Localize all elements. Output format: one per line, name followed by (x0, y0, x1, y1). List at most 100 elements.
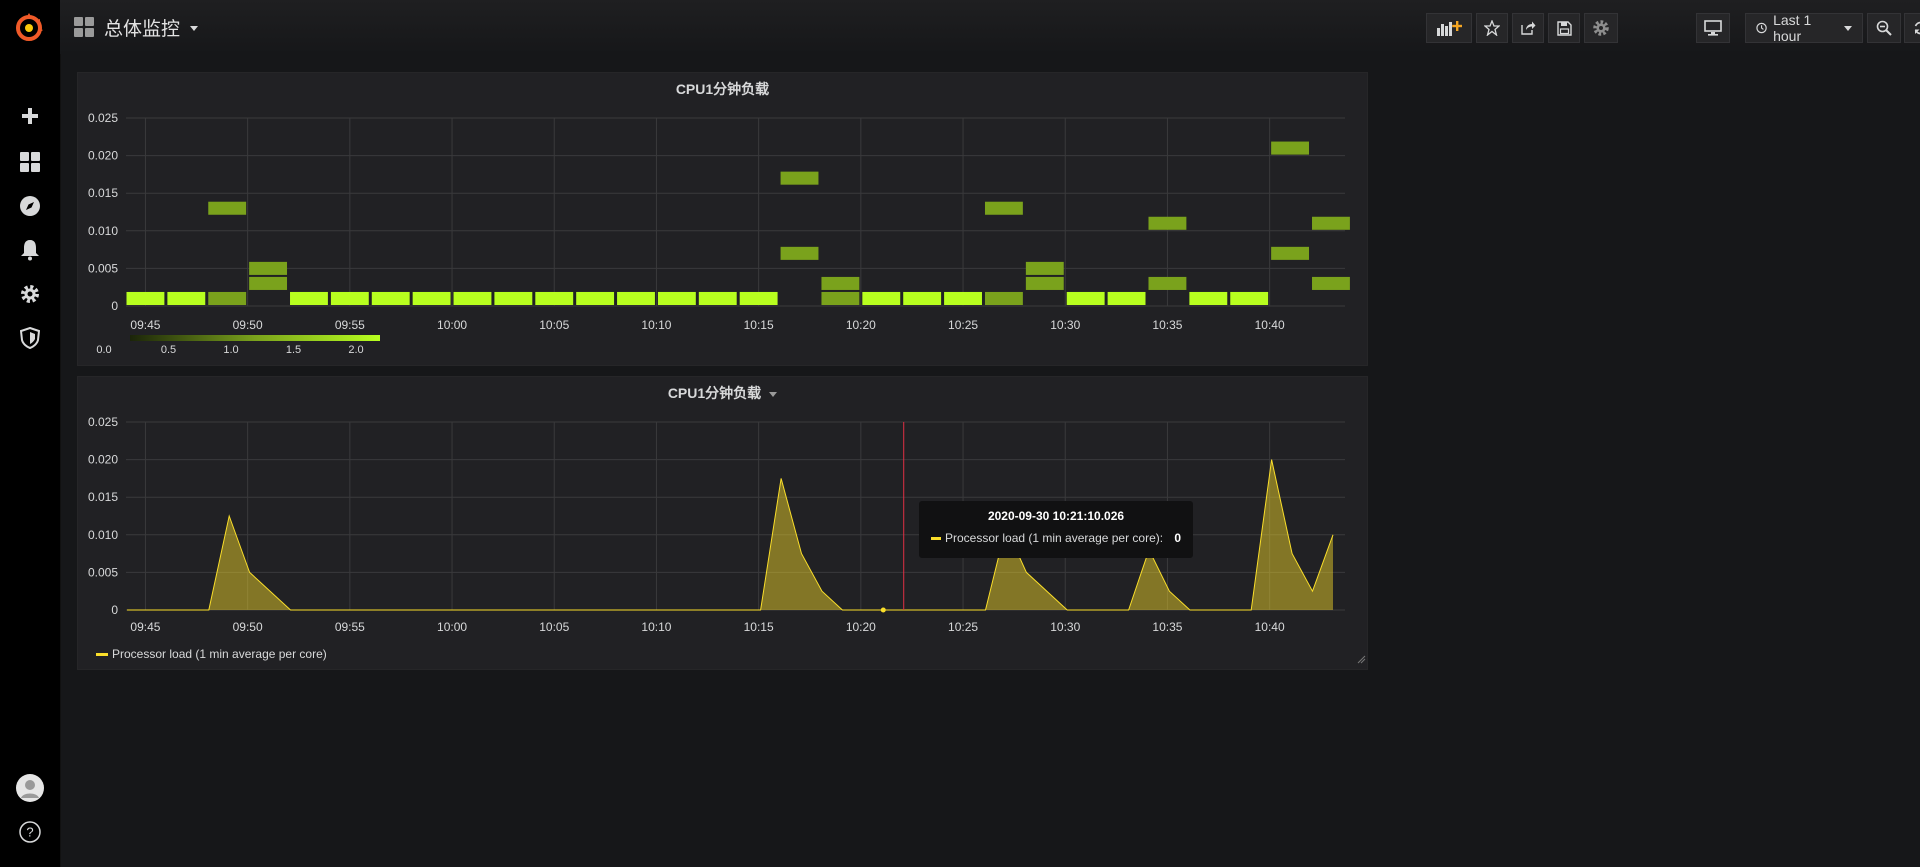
share-button[interactable] (1512, 13, 1544, 43)
color-scale-label: 2.0 (348, 344, 363, 356)
gear-icon (1593, 20, 1609, 36)
heatmap-cell (1189, 291, 1228, 305)
heatmap-cell (1025, 276, 1064, 290)
y-tick-label: 0 (111, 603, 118, 617)
color-scale-label: 0.0 (96, 344, 111, 356)
heatmap-cell (617, 291, 655, 305)
x-tick-label: 09:55 (335, 318, 365, 332)
heatmap-cell (290, 291, 328, 305)
hover-point (880, 607, 886, 613)
y-tick-label: 0.015 (88, 490, 118, 504)
gear-icon[interactable] (0, 276, 60, 312)
x-tick-label: 10:30 (1050, 318, 1080, 332)
heatmap-cell (1230, 291, 1269, 305)
heatmap-cell (249, 261, 288, 275)
heatmap-cell (944, 291, 982, 305)
heatmap-cell (698, 291, 737, 305)
heatmap-cell (780, 171, 819, 185)
heatmap-cell (1312, 216, 1350, 230)
tv-mode-button[interactable] (1696, 13, 1730, 43)
color-scale-label: 1.0 (223, 344, 238, 356)
graph-legend-item[interactable]: Processor load (1 min average per core) (96, 647, 327, 661)
heatmap-cell (1271, 141, 1310, 155)
x-tick-label: 10:25 (948, 318, 978, 332)
heatmap-cell (821, 276, 860, 290)
time-range-label: Last 1 hour (1773, 12, 1812, 44)
heatmap-cell (576, 291, 615, 305)
save-button[interactable] (1548, 13, 1580, 43)
x-tick-label: 09:50 (233, 620, 263, 634)
tooltip-series: Processor load (1 min average per core): (945, 531, 1164, 545)
x-tick-label: 10:40 (1255, 318, 1285, 332)
y-tick-label: 0.025 (88, 415, 118, 429)
heatmap-cell (1312, 276, 1350, 290)
heatmap-cell (1025, 261, 1064, 275)
zoom-out-icon (1876, 20, 1892, 36)
avatar[interactable] (0, 770, 60, 806)
time-picker-button[interactable]: Last 1 hour (1745, 12, 1863, 44)
legend-swatch (96, 652, 108, 656)
tooltip-value: 0 (1174, 531, 1181, 545)
y-tick-label: 0.010 (88, 528, 118, 542)
top-navbar: 总体监控 Last 1 hour (60, 0, 1920, 54)
y-tick-label: 0 (111, 299, 118, 313)
heatmap-cell (862, 291, 901, 305)
heatmap-cell (780, 246, 819, 260)
x-tick-label: 10:15 (744, 620, 774, 634)
heatmap-cell (739, 291, 778, 305)
bell-icon[interactable] (0, 232, 60, 268)
heatmap-cell (903, 291, 942, 305)
heatmap-panel: CPU1分钟负载 0.025 0.020 0.015 0.010 0.005 0 09:45… (77, 72, 1368, 366)
plus-icon[interactable] (0, 98, 60, 134)
legend-label: Processor load (1 min average per core) (112, 647, 327, 661)
y-tick-label: 0.020 (88, 453, 118, 467)
heatmap-cell (535, 291, 574, 305)
heatmap-cell (984, 291, 1023, 305)
heatmap-cell (1148, 276, 1187, 290)
x-tick-label: 10:15 (744, 318, 774, 332)
y-tick-label: 0.005 (88, 565, 118, 579)
x-tick-label: 09:50 (233, 318, 263, 332)
refresh-button[interactable] (1904, 13, 1920, 43)
heatmap-cell (494, 291, 533, 305)
resize-handle-icon (1357, 655, 1366, 664)
help-icon[interactable]: ? (0, 814, 60, 850)
heatmap-cell (126, 291, 165, 305)
shield-icon[interactable] (0, 320, 60, 356)
zoom-out-button[interactable] (1867, 13, 1901, 43)
tooltip-swatch (931, 536, 941, 540)
y-tick-label: 0.015 (88, 186, 118, 200)
grafana-logo[interactable] (12, 11, 46, 45)
color-scale-label: 0.5 (161, 344, 176, 356)
x-tick-label: 10:30 (1050, 620, 1080, 634)
heatmap-cell (984, 201, 1023, 215)
x-tick-label: 09:45 (130, 318, 160, 332)
svg-text:?: ? (26, 825, 33, 840)
settings-button[interactable] (1584, 13, 1618, 43)
heatmap-cell (208, 291, 247, 305)
x-tick-label: 09:45 (130, 620, 160, 634)
explore-compass-icon[interactable] (0, 188, 60, 224)
heatmap-cell (657, 291, 696, 305)
x-tick-label: 10:05 (539, 318, 569, 332)
add-panel-button[interactable] (1426, 13, 1472, 43)
chevron-down-icon (1844, 25, 1852, 31)
heatmap-cell (1066, 291, 1105, 305)
dashboards-icon[interactable] (0, 144, 60, 180)
heatmap-cell (821, 291, 860, 305)
heatmap-chart[interactable]: 0.025 0.020 0.015 0.010 0.005 0 09:45 09:50 09:5… (78, 73, 1367, 365)
y-tick-label: 0.025 (88, 111, 118, 125)
star-button[interactable] (1476, 13, 1508, 43)
chevron-down-icon (190, 26, 199, 31)
side-menu: ? (0, 0, 60, 867)
dashboard-picker[interactable]: 总体监控 (74, 14, 199, 40)
y-tick-label: 0.010 (88, 224, 118, 238)
share-icon (1521, 21, 1536, 35)
x-tick-label: 10:10 (641, 620, 671, 634)
heatmap-cell (412, 291, 451, 305)
tv-mode-icon (1704, 20, 1722, 36)
dashboard-title: 总体监控 (104, 18, 181, 40)
color-scale-label: 1.5 (286, 344, 301, 356)
heatmap-cell (1148, 216, 1187, 230)
y-tick-label: 0.005 (88, 261, 118, 275)
